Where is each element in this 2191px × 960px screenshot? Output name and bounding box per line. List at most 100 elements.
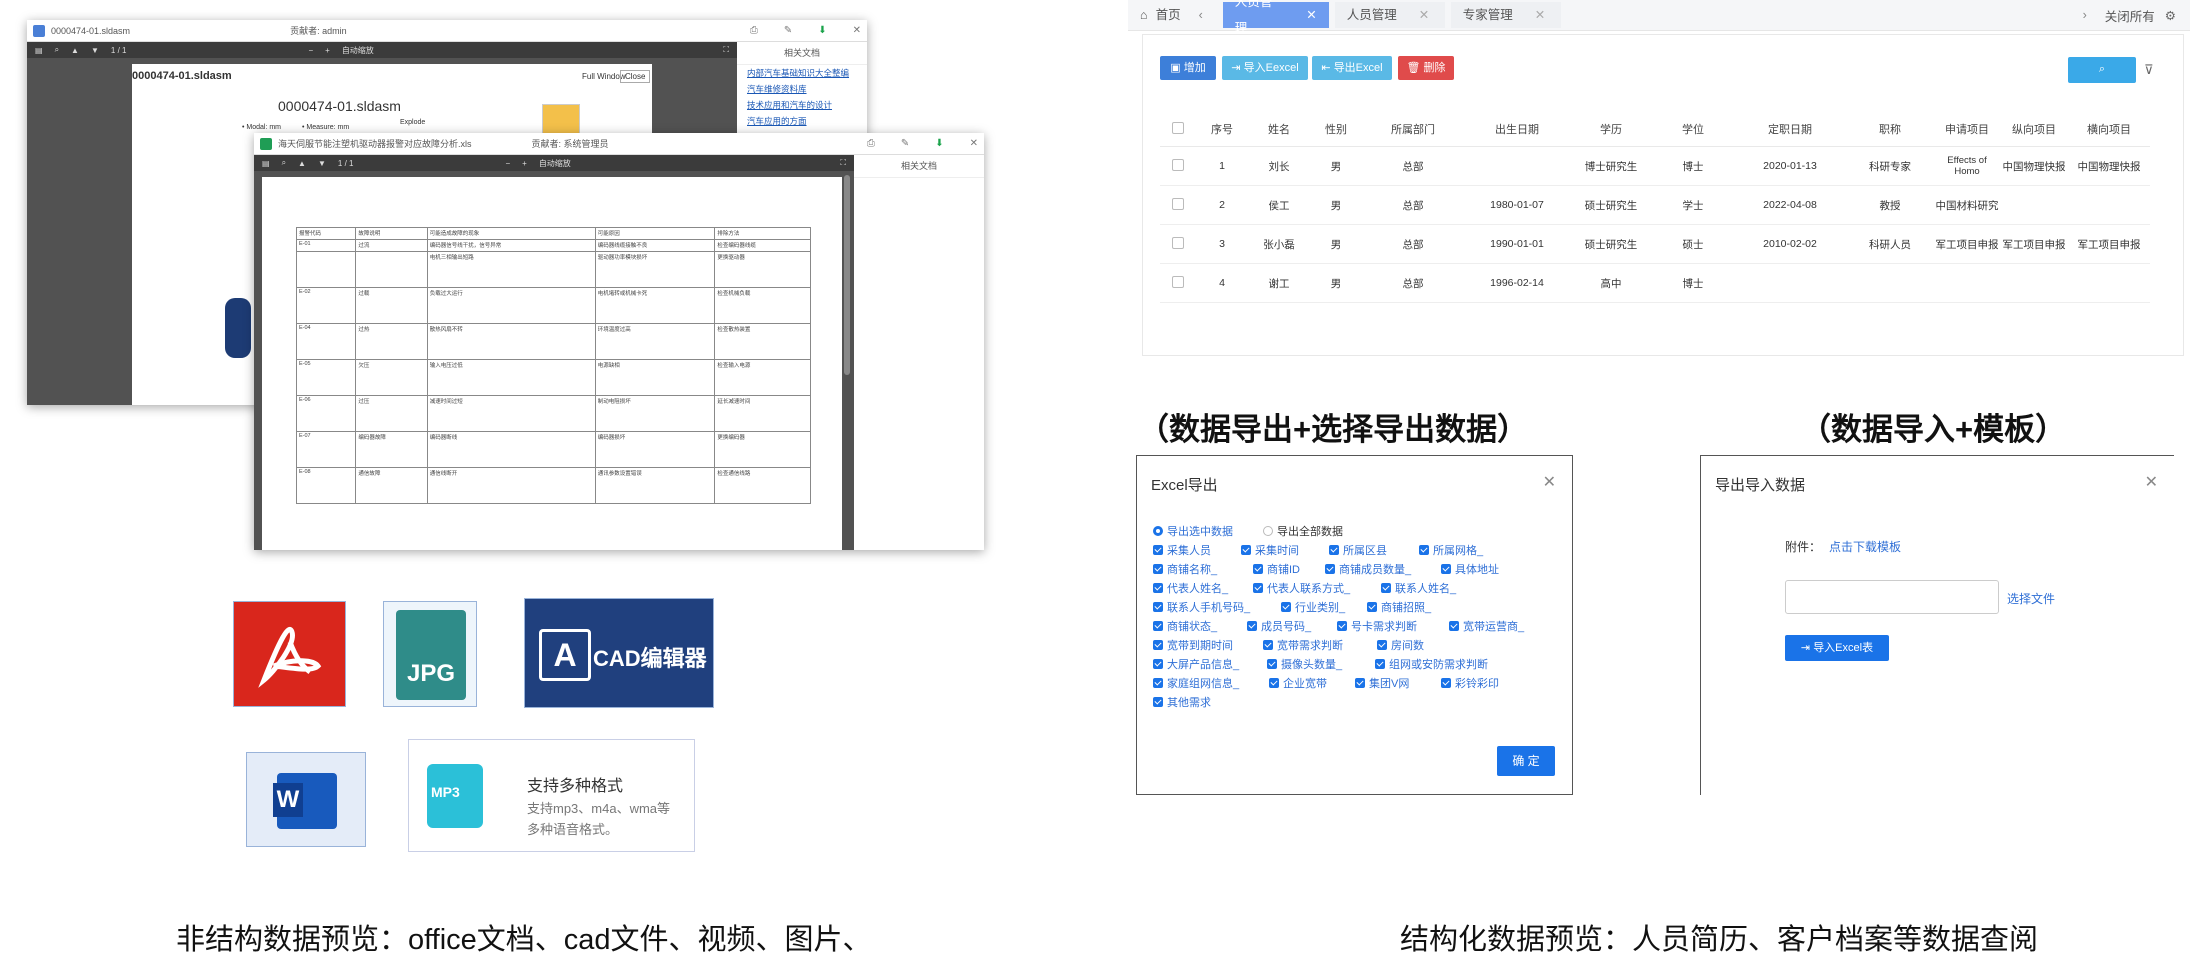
- field-checkbox[interactable]: 商铺状态_: [1153, 618, 1217, 634]
- edit-icon[interactable]: ✎: [784, 25, 792, 36]
- tab-experts[interactable]: 专家管理 ✕: [1450, 2, 1561, 28]
- close-all-tabs[interactable]: 关闭所有: [2105, 6, 2155, 25]
- prev-page-icon[interactable]: ▲: [71, 46, 79, 55]
- close-icon[interactable]: ✕: [970, 138, 978, 149]
- print-icon[interactable]: ⎙: [750, 25, 758, 36]
- import-excel-button[interactable]: ⇥ 导入Excel表: [1785, 635, 1889, 661]
- search-icon[interactable]: ⌕: [55, 45, 59, 55]
- table-row[interactable]: 2 侯工男总部 1980-01-07 硕士研究生 学士 2022-04-08 教授 中国材料研…: [1160, 185, 2150, 225]
- column-header[interactable]: 定职日期: [1734, 112, 1846, 147]
- row-checkbox[interactable]: [1160, 185, 1196, 225]
- field-checkbox[interactable]: 代表人姓名_: [1153, 580, 1228, 596]
- field-checkbox[interactable]: 商铺招照_: [1367, 599, 1431, 615]
- zoom-in-icon[interactable]: +: [522, 159, 527, 168]
- zoom-select[interactable]: 自动缩放: [342, 45, 374, 56]
- column-header[interactable]: 序号: [1196, 112, 1248, 147]
- sidebar-toggle-icon[interactable]: ▤: [262, 159, 270, 168]
- export-excel-button[interactable]: ⇤ 导出Excel: [1312, 56, 1392, 80]
- field-checkbox[interactable]: 房间数: [1377, 637, 1424, 653]
- close-icon[interactable]: ✕: [853, 25, 861, 36]
- related-doc-link[interactable]: 汽车应用的方面: [737, 113, 867, 129]
- field-checkbox[interactable]: 大屏产品信息_: [1153, 656, 1239, 672]
- related-doc-link[interactable]: 汽车维修资料库: [737, 81, 867, 97]
- column-header[interactable]: 学历: [1570, 112, 1652, 147]
- field-checkbox[interactable]: 联系人手机号码_: [1153, 599, 1250, 615]
- field-checkbox[interactable]: 采集人员: [1153, 542, 1211, 558]
- column-header[interactable]: 纵向项目: [2000, 112, 2068, 147]
- edit-icon[interactable]: ✎: [901, 138, 909, 149]
- field-checkbox[interactable]: 组网或安防需求判断: [1375, 656, 1488, 672]
- field-checkbox[interactable]: 行业类别_: [1281, 599, 1345, 615]
- field-checkbox[interactable]: 宽带到期时间: [1153, 637, 1233, 653]
- tab-close-icon[interactable]: ✕: [1306, 2, 1316, 28]
- zoom-in-icon[interactable]: +: [325, 46, 330, 55]
- row-checkbox[interactable]: [1160, 224, 1196, 264]
- row-checkbox[interactable]: [1160, 146, 1196, 186]
- add-button[interactable]: ▣ 增加: [1160, 56, 1216, 80]
- radio-export-all[interactable]: 导出全部数据: [1263, 523, 1343, 539]
- field-checkbox[interactable]: 代表人联系方式_: [1253, 580, 1350, 596]
- next-page-icon[interactable]: ▼: [318, 159, 326, 168]
- download-template-link[interactable]: 点击下载模板: [1829, 538, 1901, 555]
- tab-close-icon[interactable]: ✕: [1419, 2, 1429, 28]
- tabs-left-arrow-icon[interactable]: ‹: [1199, 8, 1203, 22]
- field-checkbox[interactable]: 企业宽带: [1269, 675, 1327, 691]
- column-header[interactable]: 性别: [1310, 112, 1362, 147]
- column-header[interactable]: 申请项目: [1934, 112, 2000, 147]
- filter-icon[interactable]: ⊽: [2144, 62, 2154, 78]
- column-header[interactable]: 横向项目: [2068, 112, 2150, 147]
- table-row[interactable]: 4 谢工男总部 1996-02-14 高中 博士: [1160, 263, 2150, 303]
- field-checkbox[interactable]: 所属区县: [1329, 542, 1387, 558]
- field-checkbox[interactable]: 所属网格_: [1419, 542, 1483, 558]
- download-icon[interactable]: ⬇: [818, 25, 826, 36]
- select-all-checkbox[interactable]: [1160, 112, 1196, 147]
- column-header[interactable]: 学位: [1652, 112, 1734, 147]
- field-checkbox[interactable]: 号卡需求判断: [1337, 618, 1417, 634]
- choose-file-link[interactable]: 选择文件: [2007, 590, 2055, 607]
- close-icon[interactable]: ✕: [2145, 472, 2158, 492]
- row-checkbox[interactable]: [1160, 263, 1196, 303]
- field-checkbox[interactable]: 集团V网: [1355, 675, 1409, 691]
- prev-page-icon[interactable]: ▲: [298, 159, 306, 168]
- print-icon[interactable]: ⎙: [867, 138, 875, 149]
- field-checkbox[interactable]: 商铺名称_: [1153, 561, 1217, 577]
- column-header[interactable]: 姓名: [1248, 112, 1310, 147]
- zoom-out-icon[interactable]: −: [505, 159, 510, 168]
- tab-personnel-active[interactable]: 人员管理 ✕: [1222, 0, 1329, 35]
- file-path-input[interactable]: [1785, 580, 1999, 614]
- search-icon[interactable]: ⌕: [282, 158, 286, 168]
- search-button[interactable]: ⌕: [2068, 57, 2136, 83]
- table-row[interactable]: 3 张小磊男总部 1990-01-01 硕士研究生 硕士 2010-02-02 科研人员 军工…: [1160, 224, 2150, 264]
- field-checkbox[interactable]: 采集时间: [1241, 542, 1299, 558]
- zoom-out-icon[interactable]: −: [308, 46, 313, 55]
- next-page-icon[interactable]: ▼: [91, 46, 99, 55]
- column-header[interactable]: 职称: [1846, 112, 1934, 147]
- field-checkbox[interactable]: 摄像头数量_: [1267, 656, 1342, 672]
- sidebar-toggle-icon[interactable]: ▤: [35, 46, 43, 55]
- fullscreen-icon[interactable]: ⛶: [840, 158, 846, 168]
- field-checkbox[interactable]: 联系人姓名_: [1381, 580, 1456, 596]
- explode-label[interactable]: Explode: [400, 119, 425, 126]
- radio-export-selected[interactable]: 导出选中数据: [1153, 523, 1233, 539]
- page-indicator[interactable]: 1 / 1: [338, 159, 354, 168]
- field-checkbox[interactable]: 宽带需求判断: [1263, 637, 1343, 653]
- field-checkbox[interactable]: 其他需求: [1153, 694, 1211, 710]
- field-checkbox[interactable]: 商铺ID: [1253, 561, 1300, 577]
- settings-gear-icon[interactable]: ⚙: [2165, 8, 2176, 23]
- tab-close-icon[interactable]: ✕: [1535, 2, 1545, 28]
- field-checkbox[interactable]: 宽带运营商_: [1449, 618, 1524, 634]
- fullscreen-icon[interactable]: ⛶: [723, 45, 729, 55]
- import-excel-button[interactable]: ⇥ 导入Eexcel: [1222, 56, 1308, 80]
- confirm-button[interactable]: 确 定: [1497, 746, 1555, 776]
- page-indicator[interactable]: 1 / 1: [111, 46, 127, 55]
- close-button[interactable]: Close: [620, 70, 651, 83]
- tabs-right-arrow-icon[interactable]: ›: [2083, 8, 2087, 22]
- delete-button[interactable]: 🗑 删除: [1398, 56, 1454, 80]
- vertical-scrollbar[interactable]: [844, 175, 850, 375]
- field-checkbox[interactable]: 商铺成员数量_: [1325, 561, 1411, 577]
- related-doc-link[interactable]: 技术应用和汽车的设计: [737, 97, 867, 113]
- zoom-select[interactable]: 自动缩放: [539, 158, 571, 169]
- related-doc-link[interactable]: 内部汽车基础知识大全整编: [737, 65, 867, 81]
- field-checkbox[interactable]: 成员号码_: [1247, 618, 1311, 634]
- tab-personnel[interactable]: 人员管理 ✕: [1334, 2, 1445, 28]
